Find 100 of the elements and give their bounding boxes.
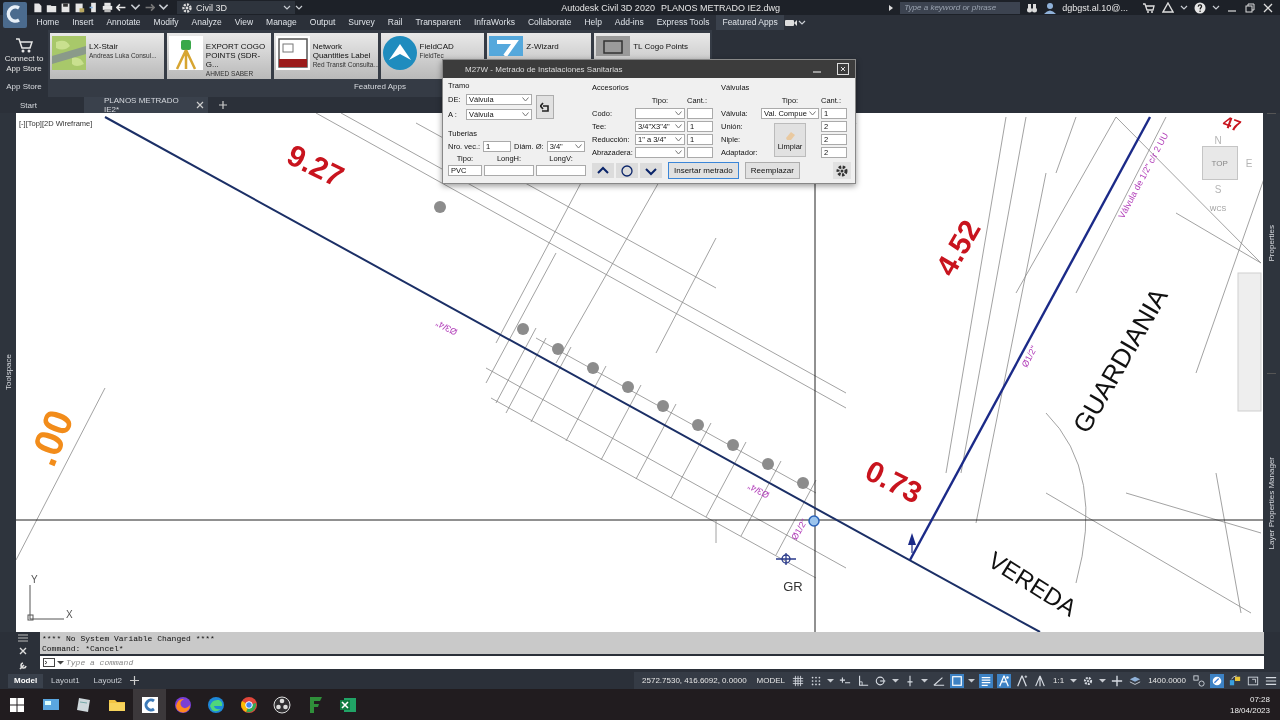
connect-button[interactable]: Connect to App Store <box>0 30 48 81</box>
caret-icon[interactable] <box>57 659 64 666</box>
caret-icon[interactable] <box>1099 677 1107 684</box>
dialog-button[interactable]: Insertar metrado <box>668 162 739 179</box>
expand-icon[interactable] <box>888 3 895 12</box>
text-field[interactable] <box>687 108 713 119</box>
dialog-button[interactable]: Reemplazar <box>744 162 800 179</box>
print-icon[interactable] <box>102 2 113 13</box>
quick-properties-icon[interactable] <box>1228 673 1242 688</box>
binoculars-icon[interactable] <box>1026 1 1039 14</box>
caret-icon[interactable] <box>158 2 169 13</box>
restore-icon[interactable] <box>1244 1 1256 14</box>
caret-icon[interactable] <box>968 677 976 684</box>
prompt-icon[interactable] <box>43 658 55 667</box>
add-tab-icon[interactable] <box>130 676 140 685</box>
caret-icon[interactable] <box>1212 3 1220 12</box>
triangle-icon[interactable] <box>1162 1 1174 14</box>
user-icon <box>1044 1 1057 14</box>
caret-icon[interactable] <box>1180 3 1188 12</box>
add-tab-icon[interactable] <box>218 100 228 110</box>
status-button[interactable]: 1:1 <box>1051 676 1067 685</box>
close-icon[interactable] <box>1262 1 1274 14</box>
status-button[interactable]: 1400.0000 <box>1146 676 1188 685</box>
palette-tab[interactable]: Properties <box>1267 113 1276 373</box>
ribbon-tab[interactable]: Rail <box>381 15 409 30</box>
windows-icon[interactable] <box>10 697 24 712</box>
caret-icon[interactable] <box>921 677 929 684</box>
palette-title[interactable]: Toolspace <box>3 354 13 391</box>
redo-icon[interactable] <box>144 2 155 13</box>
settings-button[interactable] <box>833 162 851 179</box>
taskbar-app[interactable] <box>133 689 166 720</box>
wrench-icon[interactable] <box>18 660 28 670</box>
icon-button[interactable] <box>616 163 638 178</box>
ribbon-tab[interactable]: Add-ins <box>608 15 651 30</box>
status-button[interactable]: MODEL <box>754 676 788 685</box>
ribbon-tab[interactable]: InfraWorks <box>467 15 522 30</box>
publish-icon[interactable] <box>88 2 99 13</box>
ribbon-tab[interactable]: View <box>228 15 260 30</box>
ribbon-tab[interactable]: Output <box>303 15 342 30</box>
close-icon[interactable] <box>837 63 849 75</box>
close-icon[interactable] <box>196 101 204 109</box>
open-folder-icon[interactable] <box>46 2 57 13</box>
save-icon[interactable] <box>60 2 71 13</box>
annotation-icon[interactable] <box>1033 673 1048 688</box>
search-field[interactable]: Type a keyword or phrase <box>900 1 1021 14</box>
document-tab[interactable]: PLANOS METRADO IE2* <box>84 97 208 113</box>
layout-tab[interactable]: Layout2 <box>87 673 129 688</box>
video-icon[interactable] <box>784 17 799 28</box>
performance-icon[interactable] <box>1210 673 1224 688</box>
ribbon-tab[interactable]: Manage <box>259 15 304 30</box>
icon-button[interactable] <box>592 163 614 178</box>
swap-button[interactable] <box>536 95 554 119</box>
ribbon-tab[interactable]: Transparent <box>408 15 468 30</box>
fullscreen-icon[interactable] <box>1246 673 1260 688</box>
ribbon-tab[interactable]: Annotate <box>99 15 147 30</box>
ribbon-tab[interactable]: Modify <box>147 15 186 30</box>
text-field[interactable] <box>536 165 586 176</box>
user-name[interactable]: dgbgst.al.10@... <box>1062 2 1128 13</box>
undo-icon[interactable] <box>116 2 127 13</box>
ribbon-tab[interactable]: Collaborate <box>521 15 578 30</box>
ribbon-tab[interactable]: Insert <box>65 15 100 30</box>
caret-icon[interactable] <box>892 677 900 684</box>
ribbon-tab[interactable]: Survey <box>341 15 382 30</box>
icon-button[interactable] <box>640 163 662 178</box>
layout-tab[interactable]: Model <box>8 673 44 688</box>
layout-tab[interactable]: Layout1 <box>45 673 86 688</box>
close-icon[interactable] <box>18 646 28 656</box>
ribbon-tab[interactable]: Featured Apps <box>715 15 785 30</box>
ribbon-tab[interactable]: Express Tools <box>650 15 716 30</box>
ribbon-tab[interactable]: Help <box>577 15 609 30</box>
selection-icon[interactable] <box>950 673 965 688</box>
annotation-icon[interactable] <box>1015 673 1030 688</box>
node-marker <box>727 439 739 451</box>
fieldcad-logo-icon <box>382 36 417 70</box>
text-field[interactable] <box>687 147 713 158</box>
annotation-icon[interactable] <box>997 673 1012 688</box>
document-tab[interactable]: Start <box>0 97 84 113</box>
text-field[interactable] <box>484 165 534 176</box>
plus-icon[interactable] <box>1110 673 1125 688</box>
save-as-icon[interactable] <box>74 2 85 13</box>
ribbon-tab[interactable]: Analyze <box>185 15 229 30</box>
history-line: **** No System Variable Changed **** <box>42 634 216 644</box>
caret-icon[interactable] <box>130 2 141 13</box>
valve-marker <box>808 515 820 527</box>
grid-icon[interactable] <box>791 673 806 688</box>
workspace-dropdown[interactable]: Civil 3D <box>177 1 295 14</box>
node-marker <box>552 343 564 355</box>
node-marker <box>517 323 529 335</box>
caret-icon[interactable] <box>827 677 835 684</box>
caret-icon[interactable] <box>1070 677 1078 684</box>
isolate-icon[interactable] <box>1192 673 1206 688</box>
lineweight-icon[interactable] <box>979 673 994 688</box>
cart-icon[interactable] <box>1142 1 1156 14</box>
ribbon-tab[interactable]: Home <box>30 15 66 30</box>
grip-icon[interactable] <box>18 634 28 642</box>
new-file-icon[interactable] <box>32 2 43 13</box>
app-logo-icon[interactable] <box>2 1 28 29</box>
caret-icon[interactable] <box>798 18 807 27</box>
help-icon[interactable] <box>1194 1 1206 14</box>
ortho-icon[interactable] <box>856 673 871 688</box>
